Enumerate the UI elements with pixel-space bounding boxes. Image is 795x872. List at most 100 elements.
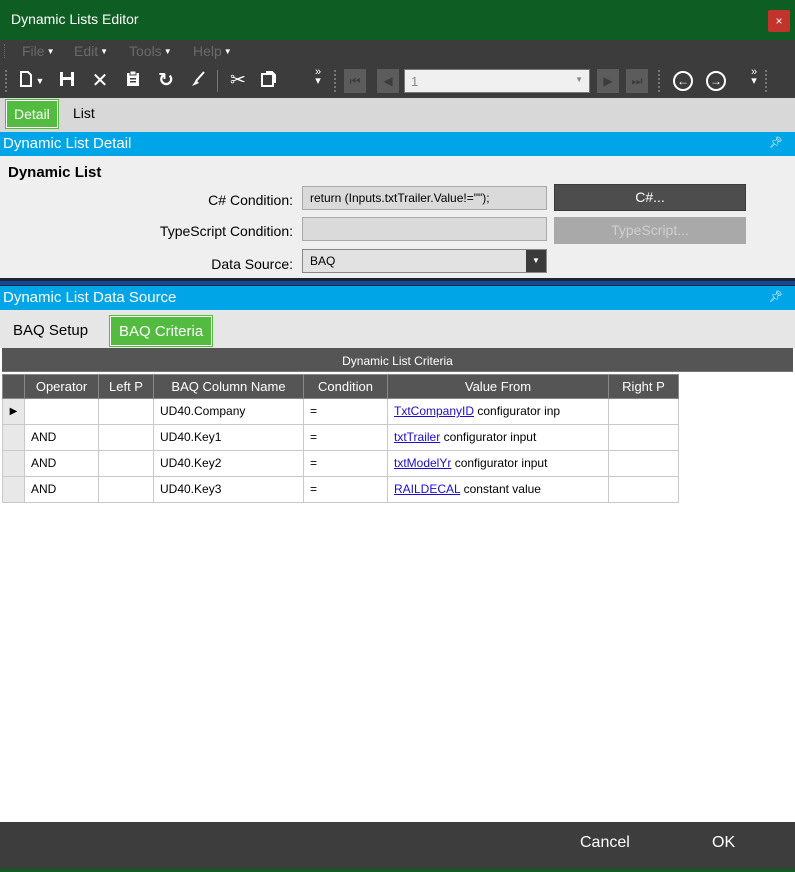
cell-left-p[interactable] bbox=[98, 476, 154, 503]
toolbar-grip[interactable] bbox=[5, 70, 8, 92]
cell-left-p[interactable] bbox=[98, 398, 154, 425]
row-selector[interactable] bbox=[2, 476, 25, 503]
cell-condition[interactable]: = bbox=[303, 398, 388, 425]
value-link[interactable]: txtTrailer bbox=[394, 430, 440, 444]
cell-value-from[interactable]: txtModelYr configurator input bbox=[387, 450, 609, 477]
cell-condition[interactable]: = bbox=[303, 450, 388, 477]
column-header-operator[interactable]: Operator bbox=[24, 374, 99, 399]
paste-icon[interactable] bbox=[256, 69, 280, 93]
cell-right-p[interactable] bbox=[608, 476, 679, 503]
cell-value-from[interactable]: TxtCompanyID configurator inp bbox=[387, 398, 609, 425]
csharp-button[interactable]: C#... bbox=[554, 184, 746, 211]
cell-value-from[interactable]: txtTrailer configurator input bbox=[387, 424, 609, 451]
table-row[interactable]: ▶ UD40.Company = TxtCompanyID configurat… bbox=[2, 398, 679, 425]
next-record-icon[interactable]: ▶ bbox=[597, 69, 619, 93]
first-record-icon[interactable]: ⏮ bbox=[344, 69, 366, 93]
menu-file[interactable]: File ▼ bbox=[22, 43, 54, 59]
clear-icon[interactable] bbox=[186, 69, 210, 93]
value-link[interactable]: txtModelYr bbox=[394, 456, 451, 470]
criteria-grid-area: Dynamic List Criteria Operator Left P BA… bbox=[0, 348, 795, 822]
cell-operator[interactable]: AND bbox=[24, 424, 99, 451]
menu-edit[interactable]: Edit ▼ bbox=[74, 43, 108, 59]
toolbar-grip[interactable] bbox=[658, 70, 661, 92]
toolbar-grip[interactable] bbox=[765, 70, 768, 92]
pin-icon[interactable]: 📌︎ bbox=[769, 290, 783, 303]
cell-value-from[interactable]: RAILDECAL constant value bbox=[387, 476, 609, 503]
table-row[interactable]: AND UD40.Key2 = txtModelYr configurator … bbox=[2, 450, 679, 477]
cancel-button[interactable]: Cancel bbox=[580, 834, 630, 852]
tab-baq-setup[interactable]: BAQ Setup bbox=[5, 316, 96, 346]
cell-baq-column[interactable]: UD40.Key2 bbox=[153, 450, 304, 477]
cell-operator[interactable] bbox=[24, 398, 99, 425]
cell-operator[interactable]: AND bbox=[24, 450, 99, 477]
cell-right-p[interactable] bbox=[608, 450, 679, 477]
row-selector[interactable] bbox=[2, 450, 25, 477]
dialog-footer: Cancel OK bbox=[0, 822, 795, 872]
title-bar: Dynamic Lists Editor × bbox=[0, 0, 795, 40]
cell-right-p[interactable] bbox=[608, 398, 679, 425]
column-header-condition[interactable]: Condition bbox=[303, 374, 388, 399]
clipboard-icon[interactable] bbox=[121, 69, 145, 93]
datasource-section-header[interactable]: Dynamic List Data Source 📌︎ bbox=[0, 286, 795, 310]
cut-icon[interactable]: ✂ bbox=[226, 69, 250, 93]
toolbar-grip[interactable] bbox=[334, 70, 337, 92]
splitter[interactable] bbox=[0, 278, 795, 286]
toolbar-overflow-icon[interactable]: » ▾ bbox=[747, 67, 761, 87]
close-button[interactable]: × bbox=[768, 10, 790, 32]
menu-help[interactable]: Help ▼ bbox=[193, 43, 232, 59]
last-record-icon[interactable]: ⏭ bbox=[626, 69, 648, 93]
column-header-baq-column[interactable]: BAQ Column Name bbox=[153, 374, 304, 399]
record-selector[interactable]: 1 ▼ bbox=[404, 69, 590, 93]
forward-icon[interactable]: → bbox=[706, 71, 726, 91]
cell-left-p[interactable] bbox=[98, 424, 154, 451]
value-link[interactable]: RAILDECAL bbox=[394, 482, 460, 496]
chevron-down-icon: ▼ bbox=[575, 75, 583, 84]
cell-operator[interactable]: AND bbox=[24, 476, 99, 503]
tab-baq-criteria[interactable]: BAQ Criteria bbox=[108, 315, 214, 347]
cell-baq-column[interactable]: UD40.Key3 bbox=[153, 476, 304, 503]
pin-icon[interactable]: 📌︎ bbox=[769, 136, 783, 149]
cell-left-p[interactable] bbox=[98, 450, 154, 477]
menu-bar: File ▼ Edit ▼ Tools ▼ Help ▼ bbox=[0, 40, 795, 62]
ok-button[interactable]: OK bbox=[712, 834, 735, 852]
command-area: File ▼ Edit ▼ Tools ▼ Help ▼ ▼ ✕ ↻ ✂ » ▾ ⏮ ◀ … bbox=[0, 40, 795, 98]
toolbar-overflow-icon[interactable]: » ▾ bbox=[311, 67, 325, 87]
typescript-condition-field[interactable] bbox=[302, 217, 547, 241]
menu-tools[interactable]: Tools ▼ bbox=[129, 43, 172, 59]
new-dropdown-icon[interactable]: ▼ bbox=[34, 69, 46, 93]
current-row-icon[interactable]: ▶ bbox=[2, 398, 25, 425]
value-link[interactable]: TxtCompanyID bbox=[394, 404, 474, 418]
row-selector[interactable] bbox=[2, 424, 25, 451]
dynamic-list-heading: Dynamic List bbox=[8, 164, 102, 181]
typescript-button[interactable]: TypeScript... bbox=[554, 217, 746, 244]
detail-panel: Dynamic List C# Condition: return (Input… bbox=[0, 156, 795, 278]
column-header-right-p[interactable]: Right P bbox=[608, 374, 679, 399]
cell-baq-column[interactable]: UD40.Company bbox=[153, 398, 304, 425]
delete-icon[interactable]: ✕ bbox=[88, 69, 112, 93]
previous-record-icon[interactable]: ◀ bbox=[377, 69, 399, 93]
column-header-left-p[interactable]: Left P bbox=[98, 374, 154, 399]
refresh-icon[interactable]: ↻ bbox=[154, 69, 178, 93]
save-icon[interactable] bbox=[55, 69, 79, 93]
cell-baq-column[interactable]: UD40.Key1 bbox=[153, 424, 304, 451]
column-header-value-from[interactable]: Value From bbox=[387, 374, 609, 399]
table-row[interactable]: AND UD40.Key1 = txtTrailer configurator … bbox=[2, 424, 679, 451]
value-source: configurator inp bbox=[477, 404, 561, 418]
data-source-select[interactable]: BAQ ▼ bbox=[302, 249, 547, 273]
csharp-condition-field[interactable]: return (Inputs.txtTrailer.Value!=""); bbox=[302, 186, 547, 210]
detail-section-header[interactable]: Dynamic List Detail 📌︎ bbox=[0, 132, 795, 156]
caret-down-icon: ▼ bbox=[223, 47, 232, 56]
toolbar: ▼ ✕ ↻ ✂ » ▾ ⏮ ◀ 1 ▼ ▶ ⏭ ← → » ▾ bbox=[0, 64, 795, 98]
menu-grip[interactable] bbox=[4, 44, 7, 58]
chevron-down-icon[interactable]: ▼ bbox=[526, 250, 546, 272]
cell-condition[interactable]: = bbox=[303, 424, 388, 451]
cell-condition[interactable]: = bbox=[303, 476, 388, 503]
tab-detail[interactable]: Detail bbox=[5, 99, 59, 129]
table-row[interactable]: AND UD40.Key3 = RAILDECAL constant value bbox=[2, 476, 679, 503]
back-icon[interactable]: ← bbox=[673, 71, 693, 91]
row-selector-header bbox=[2, 374, 25, 399]
menu-file-label: File bbox=[22, 43, 45, 59]
cell-right-p[interactable] bbox=[608, 424, 679, 451]
tab-list[interactable]: List bbox=[66, 100, 102, 128]
splitter-bar bbox=[0, 281, 795, 285]
